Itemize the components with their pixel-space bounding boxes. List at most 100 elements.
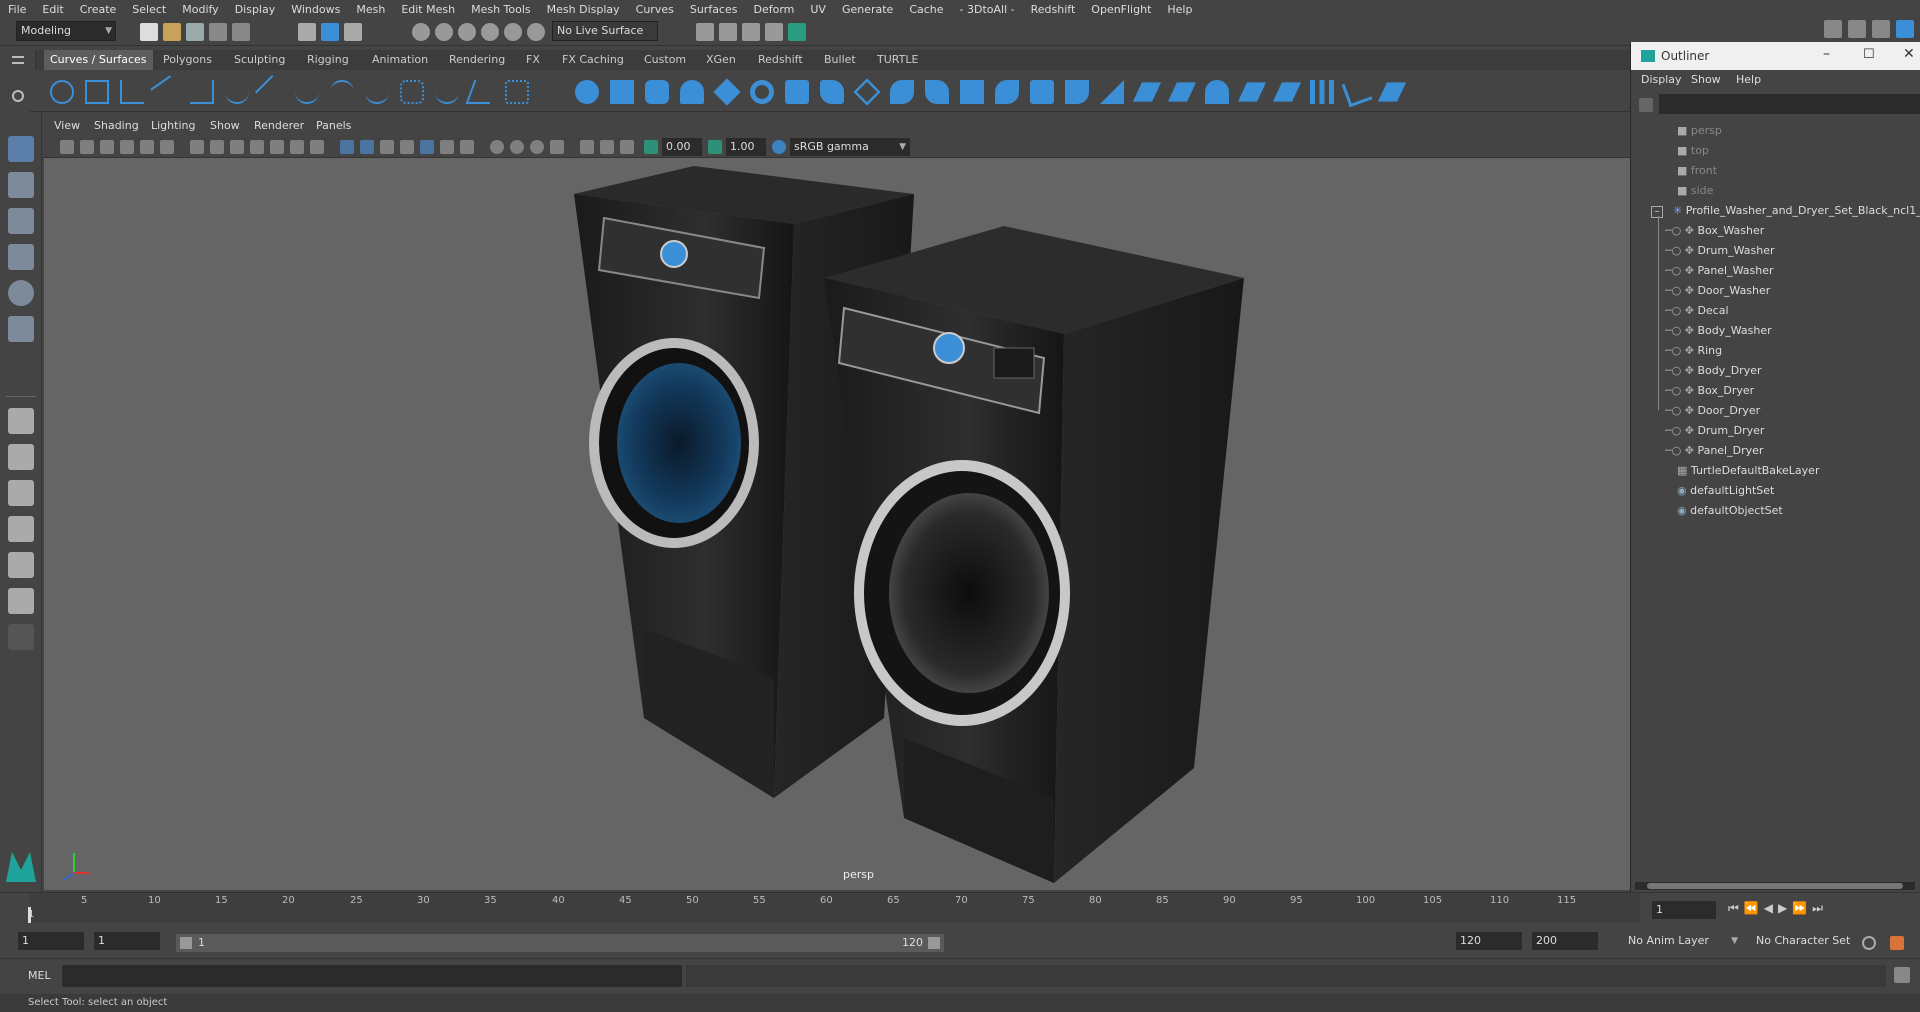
isolate-select-icon[interactable] xyxy=(550,140,564,154)
outliner-item-decal[interactable]: ─○ ✥ Decal xyxy=(1665,302,1729,320)
nurbs-cylinder-icon[interactable] xyxy=(645,80,669,104)
outliner-item-front[interactable]: ■ front xyxy=(1677,162,1717,180)
open-close-icon[interactable] xyxy=(1237,82,1267,102)
range-start-handle[interactable] xyxy=(180,937,192,949)
add-points-icon[interactable] xyxy=(465,80,499,104)
tab-bullet[interactable]: Bullet xyxy=(818,50,862,70)
menu-uv[interactable]: UV xyxy=(802,3,834,16)
textured-icon[interactable] xyxy=(400,140,414,154)
exposure-icon[interactable] xyxy=(644,140,658,154)
start-time-field[interactable]: 1 xyxy=(18,932,84,950)
menu-edit[interactable]: Edit xyxy=(34,3,71,16)
tab-sculpting[interactable]: Sculpting xyxy=(228,50,291,70)
outliner-item-door-washer[interactable]: ─○ ✥ Door_Washer xyxy=(1665,282,1770,300)
attach-surfaces-icon[interactable] xyxy=(1167,82,1197,102)
menu-windows[interactable]: Windows xyxy=(283,3,348,16)
render-region-icon[interactable] xyxy=(696,23,714,41)
menu-deform[interactable]: Deform xyxy=(745,3,802,16)
outliner-item-drum-dryer[interactable]: ─○ ✥ Drum_Dryer xyxy=(1665,422,1764,440)
render-current-icon[interactable] xyxy=(719,23,737,41)
scrollbar-thumb[interactable] xyxy=(1647,883,1903,889)
snap-view-icon[interactable] xyxy=(481,23,499,41)
tab-redshift[interactable]: Redshift xyxy=(752,50,809,70)
anim-layer-dropdown[interactable]: No Anim Layer ▼ xyxy=(1624,932,1742,950)
script-language-label[interactable]: MEL xyxy=(28,969,51,982)
depth-of-field-icon[interactable] xyxy=(530,140,544,154)
untrim-icon[interactable] xyxy=(1132,82,1162,102)
tab-fx-caching[interactable]: FX Caching xyxy=(556,50,630,70)
tab-curves-surfaces[interactable]: Curves / Surfaces xyxy=(44,50,153,70)
nurbs-cone-icon[interactable] xyxy=(680,80,704,104)
nurbs-torus-icon[interactable] xyxy=(750,80,774,104)
undo-icon[interactable] xyxy=(209,23,227,41)
gate-mask-icon[interactable] xyxy=(250,140,264,154)
menu-openflight[interactable]: OpenFlight xyxy=(1083,3,1159,16)
extrude-icon[interactable] xyxy=(890,80,914,104)
motion-blur-icon[interactable] xyxy=(490,140,504,154)
paint-select-icon[interactable] xyxy=(8,208,34,234)
extend-surfaces-icon[interactable] xyxy=(1310,80,1334,104)
menu-help[interactable]: Help xyxy=(1159,3,1200,16)
menu-create[interactable]: Create xyxy=(72,3,125,16)
attribute-editor-icon[interactable] xyxy=(1848,20,1866,38)
persp-outliner-layout-icon[interactable] xyxy=(8,552,34,578)
tab-polygons[interactable]: Polygons xyxy=(157,50,218,70)
playback-start-field[interactable]: 1 xyxy=(94,932,160,950)
range-bar[interactable]: 1 120 xyxy=(176,934,944,952)
more-layouts-icon[interactable] xyxy=(8,624,34,650)
rebuild-curve-icon[interactable] xyxy=(435,80,459,104)
menu-mesh-display[interactable]: Mesh Display xyxy=(539,3,628,16)
tab-custom[interactable]: Custom xyxy=(638,50,692,70)
hypershade-icon[interactable] xyxy=(788,23,806,41)
curve-editing-icon[interactable] xyxy=(505,80,529,104)
render-settings-icon[interactable] xyxy=(765,23,783,41)
film-gate-icon[interactable] xyxy=(210,140,224,154)
workspace-icon[interactable] xyxy=(1824,20,1842,38)
save-scene-icon[interactable] xyxy=(186,23,204,41)
nurbs-square-icon[interactable] xyxy=(85,80,109,104)
live-surface-field[interactable]: No Live Surface xyxy=(552,21,658,41)
snap-curve-icon[interactable] xyxy=(435,23,453,41)
nurbs-sphere-icon[interactable] xyxy=(575,80,599,104)
menu-curves[interactable]: Curves xyxy=(628,3,682,16)
menu-mesh[interactable]: Mesh xyxy=(348,3,393,16)
exposure-field[interactable]: 0.00 xyxy=(662,138,702,156)
menu-mesh-tools[interactable]: Mesh Tools xyxy=(463,3,539,16)
outliner-search-input[interactable] xyxy=(1659,94,1920,114)
minimize-icon[interactable]: – xyxy=(1823,46,1830,62)
panel-menu-panels[interactable]: Panels xyxy=(316,119,351,132)
outliner-item-panel-dryer[interactable]: ─○ ✥ Panel_Dryer xyxy=(1665,442,1763,460)
outliner-item-box-dryer[interactable]: ─○ ✥ Box_Dryer xyxy=(1665,382,1754,400)
menu-3dtoall[interactable]: - 3DtoAll - xyxy=(952,3,1023,16)
tab-xgen[interactable]: XGen xyxy=(700,50,742,70)
insert-isoparms-icon[interactable] xyxy=(1272,82,1302,102)
tab-rigging[interactable]: Rigging xyxy=(301,50,355,70)
nurbs-circle-icon[interactable] xyxy=(50,80,74,104)
panel-menu-show[interactable]: Show xyxy=(210,119,240,132)
extend-curve-icon[interactable] xyxy=(365,80,389,104)
grease-pencil-icon[interactable] xyxy=(160,140,174,154)
cv-curve-icon[interactable] xyxy=(120,80,144,104)
filter-icon[interactable] xyxy=(1639,98,1653,112)
use-all-lights-icon[interactable] xyxy=(420,140,434,154)
gamma-icon[interactable] xyxy=(708,140,722,154)
timeline-track[interactable] xyxy=(30,893,1640,923)
planar-icon[interactable] xyxy=(853,78,881,106)
menu-modify[interactable]: Modify xyxy=(174,3,226,16)
ep-curve-icon[interactable] xyxy=(150,75,184,109)
open-scene-icon[interactable] xyxy=(163,23,181,41)
safe-title-icon[interactable] xyxy=(310,140,324,154)
resolution-gate-icon[interactable] xyxy=(230,140,244,154)
gamma-field[interactable]: 1.00 xyxy=(726,138,766,156)
wireframe-icon[interactable] xyxy=(340,140,354,154)
single-pane-layout-icon[interactable] xyxy=(8,408,34,434)
preferences-icon[interactable] xyxy=(1890,936,1904,950)
loft-icon[interactable] xyxy=(820,80,844,104)
outliner-item-object-set[interactable]: ◉ defaultObjectSet xyxy=(1677,502,1783,520)
panel-menu-shading[interactable]: Shading xyxy=(94,119,139,132)
outliner-item-panel-washer[interactable]: ─○ ✥ Panel_Washer xyxy=(1665,262,1774,280)
color-management-icon[interactable] xyxy=(772,140,786,154)
tab-animation[interactable]: Animation xyxy=(366,50,434,70)
maximize-icon[interactable]: ☐ xyxy=(1863,47,1875,62)
four-pane-layout-icon[interactable] xyxy=(8,444,34,470)
